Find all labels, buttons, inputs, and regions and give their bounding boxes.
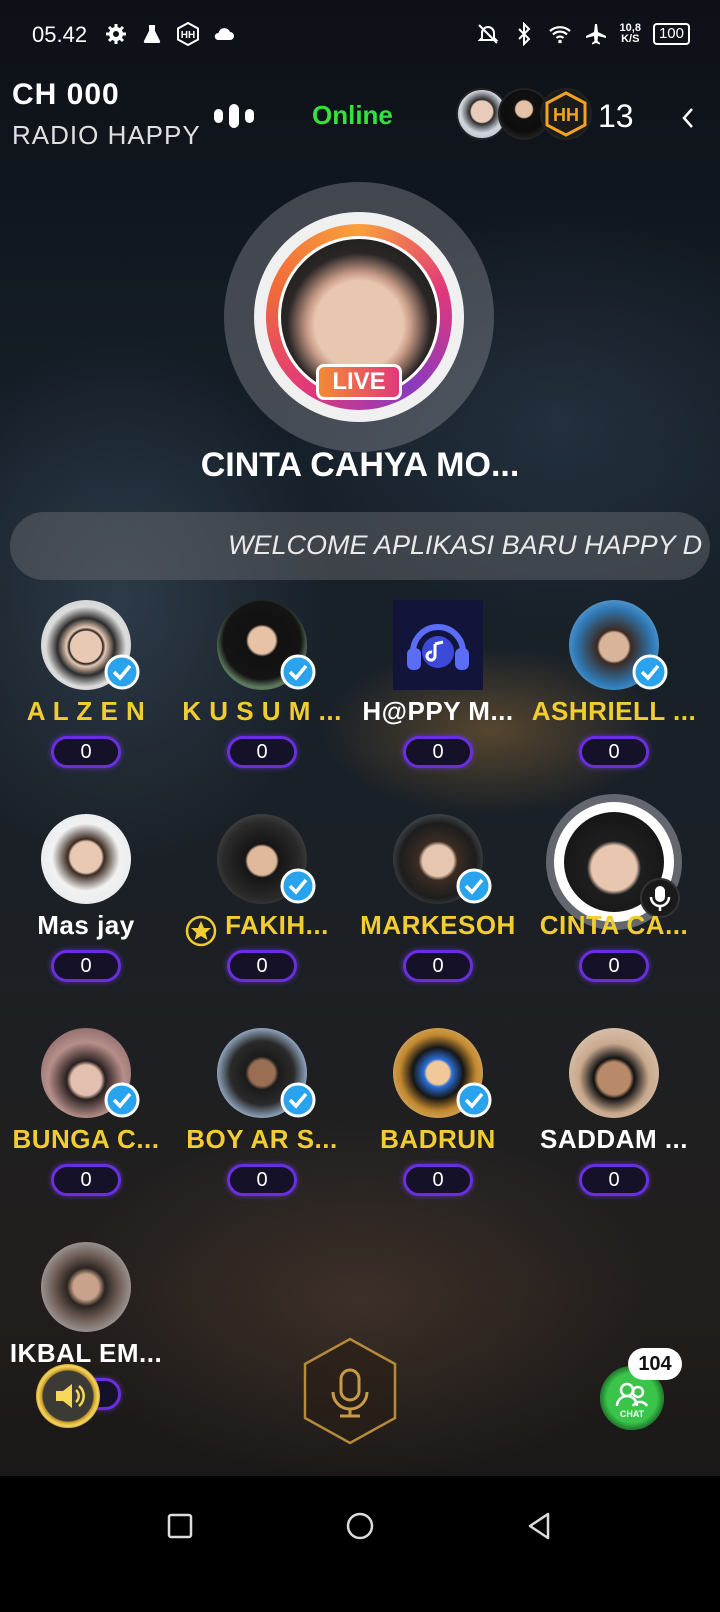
svg-text:HH: HH	[553, 105, 579, 125]
seat-6[interactable]: FAKIH... 0	[172, 814, 352, 1024]
seat-9[interactable]: BUNGA C... 0	[0, 1028, 176, 1238]
seat-2[interactable]: K U S U M ... 0	[172, 600, 352, 810]
status-right-icons: 10,8 K/S 100	[476, 22, 690, 46]
headphones-music-icon	[407, 624, 469, 670]
battery-indicator: 100	[652, 23, 690, 45]
announcement-marquee: WELCOME APLIKASI BARU HAPPY D	[10, 512, 710, 580]
seat-7[interactable]: MARKESOH 0	[348, 814, 528, 1024]
verified-badge-icon	[104, 654, 140, 690]
seat-score: 0	[227, 950, 297, 982]
seat-avatar[interactable]	[393, 600, 483, 690]
seat-name: FAKIH...	[225, 910, 329, 940]
verified-badge-icon	[456, 868, 492, 904]
net-speed: 10,8 K/S	[620, 23, 641, 45]
seat-name: BUNGA C...	[12, 1124, 160, 1154]
microphone-button[interactable]	[300, 1336, 400, 1446]
room-name: RADIO HAPPY	[12, 120, 201, 150]
seat-score: 0	[51, 736, 121, 768]
status-left-icons: HH	[104, 22, 236, 46]
back-button[interactable]	[520, 1506, 560, 1546]
cloud-icon	[214, 28, 234, 40]
seat-name: H@PPY M...	[362, 696, 514, 726]
status-time: 05.42	[32, 22, 88, 47]
seat-12[interactable]: SADDAM ... 0	[524, 1028, 704, 1238]
volume-icon	[56, 1384, 85, 1408]
seat-name: BOY AR S...	[186, 1124, 338, 1154]
online-status: Online	[312, 100, 393, 130]
seat-score: 0	[227, 736, 297, 768]
mute-bell-icon	[477, 24, 498, 44]
chat-label: CHAT	[620, 1409, 645, 1419]
seat-3[interactable]: H@PPY M... 0	[348, 600, 528, 810]
verified-badge-icon	[280, 654, 316, 690]
seat-name: K U S U M ...	[182, 696, 342, 726]
seat-score: 0	[51, 950, 121, 982]
host-name[interactable]: CINTA CAHYA MO...	[0, 446, 720, 485]
verified-badge-icon	[456, 1082, 492, 1118]
seat-score: 0	[403, 736, 473, 768]
seat-avatar[interactable]	[569, 1028, 659, 1118]
seat-score: 0	[403, 950, 473, 982]
flask-icon	[143, 25, 161, 43]
seat-1[interactable]: A L Z E N 0	[0, 600, 176, 810]
verified-badge-icon	[280, 1082, 316, 1118]
seat-score: 0	[227, 1164, 297, 1196]
seat-score: 0	[579, 1164, 649, 1196]
listener-avatars[interactable]: HH	[456, 88, 592, 140]
announcement-text: WELCOME APLIKASI BARU HAPPY D	[228, 530, 703, 560]
chat-unread-badge: 104	[628, 1348, 682, 1380]
seat-score: 0	[51, 1164, 121, 1196]
svg-text:HH: HH	[181, 30, 195, 41]
seat-name: MARKESOH	[360, 910, 516, 940]
audio-wave-icon	[214, 104, 254, 128]
seat-11[interactable]: BADRUN 0	[348, 1028, 528, 1238]
seat-avatar[interactable]	[41, 814, 131, 904]
seat-score: 0	[403, 1164, 473, 1196]
channel-number: CH 000	[12, 78, 120, 111]
seat-name: BADRUN	[380, 1124, 496, 1154]
recent-apps-button[interactable]	[160, 1506, 200, 1546]
seat-score: 0	[579, 950, 649, 982]
hh-app-icon: HH	[177, 22, 199, 46]
verified-badge-icon	[632, 654, 668, 690]
system-nav-bar	[0, 1476, 720, 1612]
bluetooth-icon	[517, 22, 530, 46]
home-button[interactable]	[340, 1506, 380, 1546]
verified-badge-icon	[104, 1082, 140, 1118]
seat-name: CINTA CA...	[539, 910, 689, 940]
chevron-left-icon[interactable]	[678, 103, 698, 133]
wifi-icon	[548, 26, 571, 44]
seat-name: A L Z E N	[26, 696, 146, 726]
verified-badge-icon	[280, 868, 316, 904]
hh-logo-icon: HH	[545, 91, 587, 137]
airplane-icon	[585, 24, 606, 45]
seat-8-speaking[interactable]: CINTA CA... 0	[524, 794, 704, 1024]
listener-count[interactable]: 13	[598, 98, 634, 135]
seat-name: ASHRIELL ...	[531, 696, 697, 726]
seat-name: Mas jay	[37, 910, 135, 940]
net-speed-unit: K/S	[621, 33, 640, 45]
gear-icon	[106, 24, 126, 44]
seat-10[interactable]: BOY AR S... 0	[172, 1028, 352, 1238]
seat-score: 0	[579, 736, 649, 768]
seat-name: SADDAM ...	[540, 1124, 688, 1154]
speaker-button[interactable]	[36, 1364, 100, 1428]
listener-avatar[interactable]: HH	[540, 88, 592, 140]
live-badge: LIVE	[316, 364, 402, 400]
seat-5[interactable]: Mas jay 0	[0, 814, 176, 1024]
status-bar: 05.42 HH 10,8 K/S 100	[0, 0, 720, 72]
seat-avatar[interactable]	[41, 1242, 131, 1332]
seat-4[interactable]: ASHRIELL ... 0	[524, 600, 704, 810]
